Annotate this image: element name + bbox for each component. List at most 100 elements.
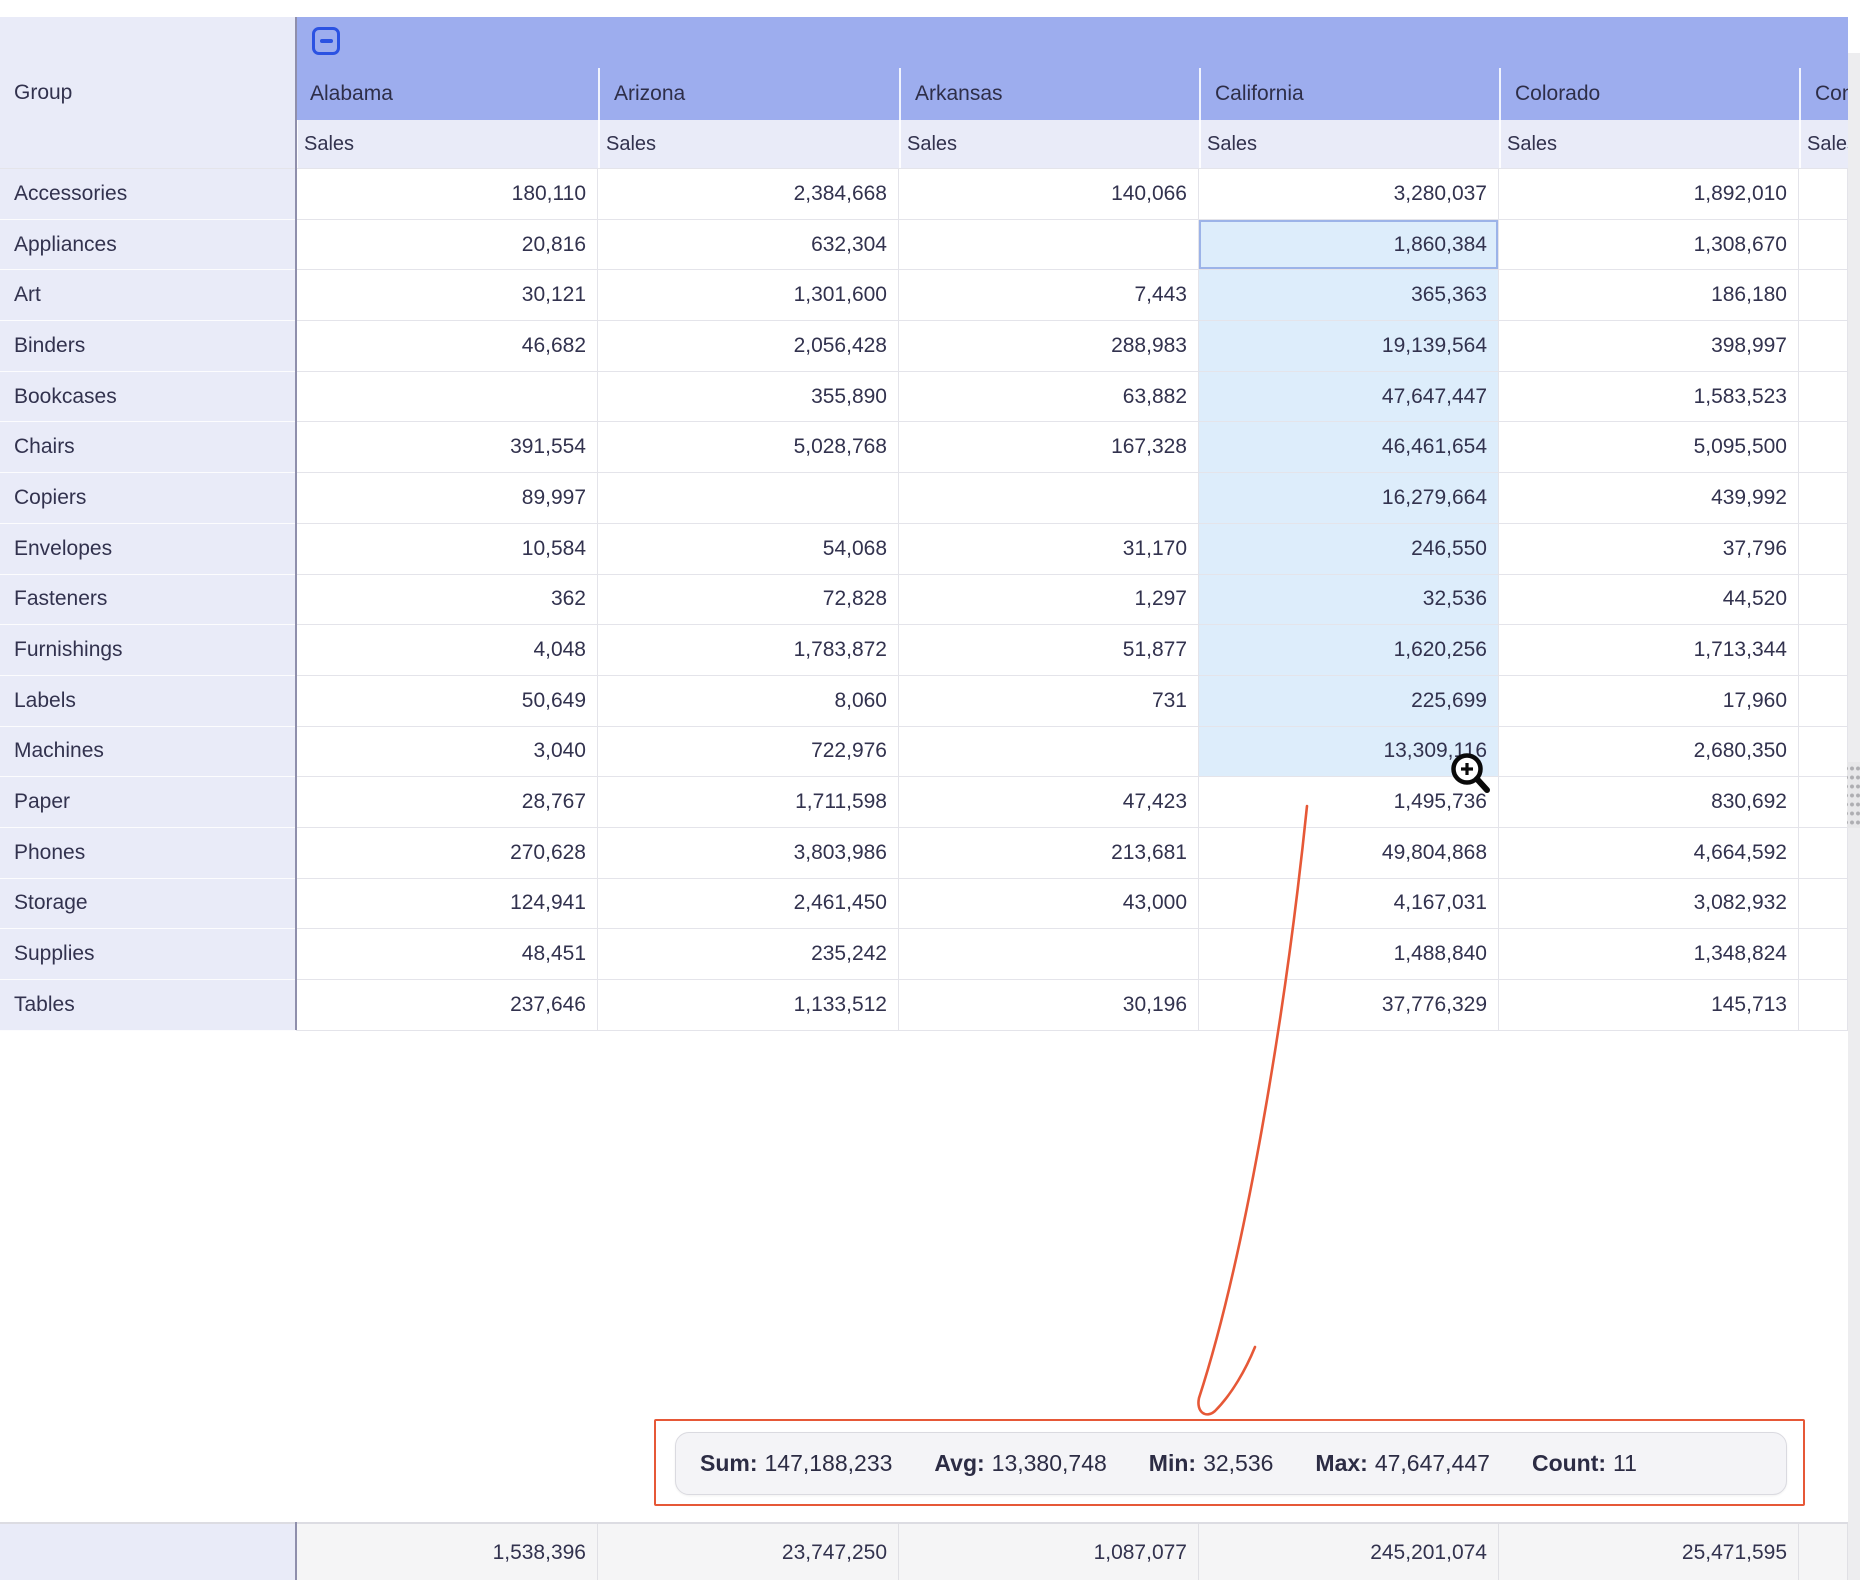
row-header-cell[interactable]: Copiers <box>0 473 296 524</box>
data-cell[interactable]: 1,297 <box>899 575 1199 626</box>
column-header-0[interactable]: Alabama <box>296 68 598 120</box>
data-cell[interactable]: 1,783,872 <box>598 625 899 676</box>
data-cell[interactable]: 8,060 <box>598 676 899 727</box>
data-cell[interactable]: 140,066 <box>899 169 1199 220</box>
row-header-cell[interactable]: Storage <box>0 879 296 930</box>
data-cell[interactable]: 17,960 <box>1499 676 1799 727</box>
data-cell[interactable]: 246,550 <box>1199 524 1499 575</box>
data-cell[interactable] <box>1799 372 1848 423</box>
data-cell[interactable]: 44,520 <box>1499 575 1799 626</box>
data-cell[interactable]: 439,992 <box>1499 473 1799 524</box>
data-cell[interactable]: 365,363 <box>1199 270 1499 321</box>
row-header-cell[interactable]: Fasteners <box>0 575 296 626</box>
data-cell[interactable]: 2,384,668 <box>598 169 899 220</box>
column-header-4[interactable]: Colorado <box>1499 68 1799 120</box>
data-cell[interactable] <box>1799 727 1848 778</box>
data-cell[interactable]: 167,328 <box>899 422 1199 473</box>
data-cell[interactable]: 30,121 <box>296 270 598 321</box>
data-cell[interactable]: 1,860,384 <box>1199 220 1499 271</box>
row-header-cell[interactable]: Paper <box>0 777 296 828</box>
measure-header-4[interactable]: Sales <box>1499 120 1799 168</box>
data-cell[interactable]: 355,890 <box>598 372 899 423</box>
row-header-cell[interactable]: Bookcases <box>0 372 296 423</box>
data-cell[interactable] <box>1799 422 1848 473</box>
data-cell[interactable]: 43,000 <box>899 879 1199 930</box>
data-cell[interactable]: 1,711,598 <box>598 777 899 828</box>
data-cell[interactable]: 31,170 <box>899 524 1199 575</box>
data-cell[interactable]: 5,095,500 <box>1499 422 1799 473</box>
data-cell[interactable]: 63,882 <box>899 372 1199 423</box>
row-header-cell[interactable]: Phones <box>0 828 296 879</box>
data-cell[interactable]: 46,461,654 <box>1199 422 1499 473</box>
data-cell[interactable]: 1,583,523 <box>1499 372 1799 423</box>
data-cell[interactable]: 1,713,344 <box>1499 625 1799 676</box>
data-cell[interactable] <box>1799 473 1848 524</box>
data-cell[interactable] <box>1799 575 1848 626</box>
data-cell[interactable]: 5,028,768 <box>598 422 899 473</box>
row-header-cell[interactable]: Binders <box>0 321 296 372</box>
data-cell[interactable]: 1,488,840 <box>1199 929 1499 980</box>
data-cell[interactable]: 1,133,512 <box>598 980 899 1031</box>
data-cell[interactable] <box>1799 929 1848 980</box>
data-cell[interactable] <box>1799 777 1848 828</box>
data-cell[interactable]: 1,892,010 <box>1499 169 1799 220</box>
data-cell[interactable]: 16,279,664 <box>1199 473 1499 524</box>
data-cell[interactable]: 2,461,450 <box>598 879 899 930</box>
data-cell[interactable]: 225,699 <box>1199 676 1499 727</box>
data-cell[interactable]: 722,976 <box>598 727 899 778</box>
data-cell[interactable]: 3,082,932 <box>1499 879 1799 930</box>
data-cell[interactable]: 47,423 <box>899 777 1199 828</box>
data-cell[interactable]: 28,767 <box>296 777 598 828</box>
data-cell[interactable]: 10,584 <box>296 524 598 575</box>
data-cell[interactable]: 48,451 <box>296 929 598 980</box>
data-cell[interactable]: 235,242 <box>598 929 899 980</box>
data-cell[interactable] <box>1799 980 1848 1031</box>
data-cell[interactable]: 1,301,600 <box>598 270 899 321</box>
data-cell[interactable]: 288,983 <box>899 321 1199 372</box>
data-cell[interactable]: 1,620,256 <box>1199 625 1499 676</box>
row-header-cell[interactable]: Tables <box>0 980 296 1031</box>
data-cell[interactable]: 54,068 <box>598 524 899 575</box>
data-cell[interactable]: 46,682 <box>296 321 598 372</box>
data-cell[interactable] <box>296 372 598 423</box>
measure-header-3[interactable]: Sales <box>1199 120 1499 168</box>
row-header-cell[interactable]: Chairs <box>0 422 296 473</box>
data-cell[interactable]: 830,692 <box>1499 777 1799 828</box>
row-header-cell[interactable]: Envelopes <box>0 524 296 575</box>
data-cell[interactable]: 19,139,564 <box>1199 321 1499 372</box>
data-cell[interactable] <box>1799 169 1848 220</box>
measure-header-5[interactable]: Sales <box>1799 120 1848 168</box>
data-cell[interactable] <box>899 929 1199 980</box>
row-header-cell[interactable]: Appliances <box>0 220 296 271</box>
data-cell[interactable]: 30,196 <box>899 980 1199 1031</box>
data-cell[interactable]: 632,304 <box>598 220 899 271</box>
measure-header-1[interactable]: Sales <box>598 120 899 168</box>
data-cell[interactable] <box>899 220 1199 271</box>
data-cell[interactable]: 20,816 <box>296 220 598 271</box>
data-cell[interactable] <box>899 727 1199 778</box>
column-header-2[interactable]: Arkansas <box>899 68 1199 120</box>
data-cell[interactable]: 50,649 <box>296 676 598 727</box>
data-cell[interactable]: 1,348,824 <box>1499 929 1799 980</box>
row-header-cell[interactable]: Labels <box>0 676 296 727</box>
data-cell[interactable]: 37,776,329 <box>1199 980 1499 1031</box>
column-header-1[interactable]: Arizona <box>598 68 899 120</box>
data-cell[interactable]: 47,647,447 <box>1199 372 1499 423</box>
data-cell[interactable]: 37,796 <box>1499 524 1799 575</box>
measure-header-2[interactable]: Sales <box>899 120 1199 168</box>
row-header-cell[interactable]: Accessories <box>0 169 296 220</box>
row-header-cell[interactable]: Art <box>0 270 296 321</box>
data-cell[interactable]: 237,646 <box>296 980 598 1031</box>
column-header-5[interactable]: Con <box>1799 68 1848 120</box>
data-cell[interactable]: 398,997 <box>1499 321 1799 372</box>
row-header-cell[interactable]: Supplies <box>0 929 296 980</box>
data-cell[interactable] <box>1799 828 1848 879</box>
data-cell[interactable]: 2,680,350 <box>1499 727 1799 778</box>
data-cell[interactable]: 3,280,037 <box>1199 169 1499 220</box>
data-cell[interactable]: 51,877 <box>899 625 1199 676</box>
column-header-3[interactable]: California <box>1199 68 1499 120</box>
data-cell[interactable]: 186,180 <box>1499 270 1799 321</box>
data-cell[interactable]: 1,308,670 <box>1499 220 1799 271</box>
data-cell[interactable]: 362 <box>296 575 598 626</box>
data-cell[interactable]: 3,803,986 <box>598 828 899 879</box>
